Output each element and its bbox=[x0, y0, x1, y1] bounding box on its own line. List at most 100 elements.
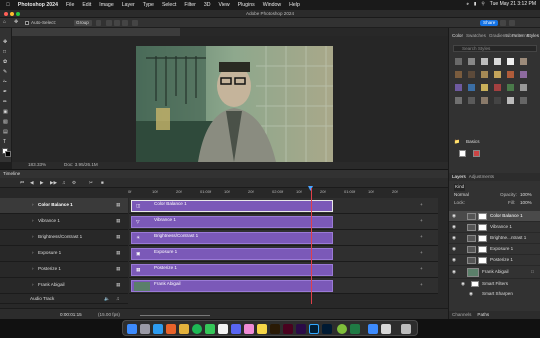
timeline-clip[interactable]: ◫ Color Balance 1 bbox=[131, 200, 333, 212]
style-swatch[interactable] bbox=[455, 71, 462, 78]
menu-file[interactable]: File bbox=[66, 2, 74, 8]
layer-row[interactable]: ◉ Color Balance 1 bbox=[449, 211, 540, 222]
next-frame-icon[interactable]: ▶▶ bbox=[50, 180, 57, 186]
layer-name[interactable]: Vibrance 1 bbox=[490, 224, 512, 230]
menu-filter[interactable]: Filter bbox=[184, 2, 196, 8]
background-color-swatch[interactable] bbox=[5, 151, 11, 157]
menu-app-name[interactable]: Photoshop 2024 bbox=[18, 2, 58, 8]
menu-image[interactable]: Image bbox=[99, 2, 113, 8]
layer-kind-dropdown[interactable]: Kind bbox=[454, 184, 466, 191]
timeline-title[interactable]: Timeline bbox=[3, 171, 20, 177]
layer-mask-thumb[interactable] bbox=[478, 234, 487, 242]
style-swatch[interactable] bbox=[520, 97, 527, 104]
align-right-button[interactable] bbox=[122, 20, 128, 26]
add-media-icon[interactable]: + bbox=[420, 218, 423, 224]
brush-tool-button[interactable]: ✏ bbox=[3, 100, 9, 105]
audio-track-row[interactable]: Audio Track 🔈 ♫ bbox=[0, 294, 128, 304]
layer-mask-thumb[interactable] bbox=[478, 245, 487, 253]
timeline-layer-row[interactable]: › Color Balance 1 ▦ bbox=[0, 198, 128, 214]
opacity-value[interactable]: 100% bbox=[520, 192, 532, 198]
timeline-ruler[interactable]: 0f 10f 20f 01:00f 10f 20f 02:00f 10f 20f… bbox=[128, 186, 438, 196]
style-swatch[interactable] bbox=[507, 84, 514, 91]
indesign-icon[interactable] bbox=[283, 324, 293, 334]
add-media-icon[interactable]: + bbox=[420, 266, 423, 272]
wifi-icon[interactable]: ◕ bbox=[466, 2, 469, 7]
timeline-clip[interactable]: ▦ Posterize 1 bbox=[131, 264, 333, 276]
layer-row[interactable]: ◉ Posterize 1 bbox=[449, 255, 540, 266]
style-swatch-red[interactable] bbox=[473, 150, 480, 157]
style-swatch[interactable] bbox=[481, 84, 488, 91]
smart-filter-mask-thumb[interactable] bbox=[471, 281, 479, 287]
calendar-icon[interactable] bbox=[218, 324, 228, 334]
eye-icon[interactable]: ◉ bbox=[469, 291, 473, 297]
messages-icon[interactable] bbox=[205, 324, 215, 334]
layer-name[interactable]: Smart Filters bbox=[482, 281, 508, 287]
gradient-tool-button[interactable]: ▤ bbox=[3, 130, 9, 135]
spotify-icon[interactable] bbox=[192, 324, 202, 334]
share-button[interactable]: Share bbox=[480, 20, 499, 26]
expand-chevron-icon[interactable]: › bbox=[32, 234, 34, 240]
track-options-icon[interactable]: ▦ bbox=[116, 266, 120, 272]
auto-select-dropdown[interactable]: Group bbox=[74, 20, 92, 26]
tab-channels[interactable]: Channels bbox=[452, 311, 471, 319]
style-swatch[interactable] bbox=[520, 84, 527, 91]
style-swatch[interactable] bbox=[507, 58, 514, 65]
track-options-icon[interactable]: ▦ bbox=[116, 282, 120, 288]
menu-window[interactable]: Window bbox=[263, 2, 281, 8]
layer-row[interactable]: ◉ Brightne...ntrast 1 bbox=[449, 233, 540, 244]
lasso-tool-button[interactable]: ✿ bbox=[3, 60, 9, 65]
layer-name[interactable]: Smart Sharpen bbox=[482, 291, 513, 297]
apple-icon[interactable]:  bbox=[6, 2, 10, 8]
transition-icon[interactable]: ■ bbox=[101, 180, 104, 186]
layer-row[interactable]: ◉ Frank Abigail □ bbox=[449, 266, 540, 279]
premiere-icon[interactable] bbox=[296, 324, 306, 334]
battery-icon[interactable]: ▮ bbox=[474, 2, 477, 7]
layer-mask-thumb[interactable] bbox=[478, 256, 487, 264]
track-options-icon[interactable]: ▦ bbox=[116, 202, 120, 208]
finder-icon[interactable] bbox=[127, 324, 137, 334]
eye-icon[interactable]: ◉ bbox=[452, 224, 456, 230]
eraser-tool-button[interactable]: ▧ bbox=[3, 120, 9, 125]
style-swatch[interactable] bbox=[494, 71, 501, 78]
whatsapp-icon[interactable] bbox=[337, 324, 347, 334]
eye-icon[interactable]: ◉ bbox=[452, 246, 456, 252]
preview-icon[interactable] bbox=[381, 324, 391, 334]
mute-audio-icon[interactable]: 🔈 bbox=[104, 296, 110, 302]
move-tool-button[interactable]: ✥ bbox=[3, 40, 9, 45]
minimize-window-button[interactable] bbox=[10, 12, 14, 16]
timeline-layer-row[interactable]: › Brightness/Contrast 1 ▦ bbox=[0, 230, 128, 246]
add-media-icon[interactable]: + bbox=[420, 234, 423, 240]
close-window-button[interactable] bbox=[4, 12, 8, 16]
expand-chevron-icon[interactable]: › bbox=[32, 282, 34, 288]
menu-type[interactable]: Type bbox=[143, 2, 154, 8]
align-center-button[interactable] bbox=[114, 20, 120, 26]
go-to-first-frame-icon[interactable]: ⏮ bbox=[20, 180, 24, 186]
tab-styles[interactable]: Styles bbox=[526, 33, 539, 42]
chrome-icon[interactable] bbox=[179, 324, 189, 334]
home-icon[interactable]: ⌂ bbox=[3, 20, 6, 25]
eye-icon[interactable]: ◉ bbox=[452, 235, 456, 241]
transform-controls-checkbox[interactable] bbox=[96, 20, 101, 26]
lightroom-icon[interactable] bbox=[322, 324, 332, 334]
tab-layers[interactable]: Layers bbox=[452, 173, 466, 181]
style-swatch[interactable] bbox=[468, 71, 475, 78]
timeline-layer-row[interactable]: › Posterize 1 ▦ bbox=[0, 262, 128, 278]
style-swatch[interactable] bbox=[455, 84, 462, 91]
menu-help[interactable]: Help bbox=[289, 2, 300, 8]
style-swatch[interactable] bbox=[481, 97, 488, 104]
search-button[interactable] bbox=[500, 20, 506, 26]
timeline-clip[interactable]: Frank Abigail bbox=[131, 280, 333, 292]
add-media-icon[interactable]: + bbox=[420, 202, 423, 208]
doc-info[interactable]: Doc: 3.95/26.1M bbox=[64, 162, 98, 168]
audio-icon[interactable]: ♫ bbox=[62, 180, 65, 186]
layer-name[interactable]: Color Balance 1 bbox=[490, 213, 523, 219]
discord-icon[interactable] bbox=[231, 324, 241, 334]
move-tool-icon[interactable]: ✥ bbox=[14, 20, 18, 25]
style-swatch[interactable] bbox=[494, 97, 501, 104]
illustrator-icon[interactable] bbox=[270, 324, 280, 334]
play-icon[interactable]: ▶ bbox=[40, 180, 44, 186]
timeline-clip[interactable]: ▽ Vibrance 1 bbox=[131, 216, 333, 228]
document-image[interactable] bbox=[136, 46, 333, 162]
timeline-layer-row[interactable]: › Vibrance 1 ▦ bbox=[0, 214, 128, 230]
tab-paths[interactable]: Paths bbox=[477, 311, 489, 319]
